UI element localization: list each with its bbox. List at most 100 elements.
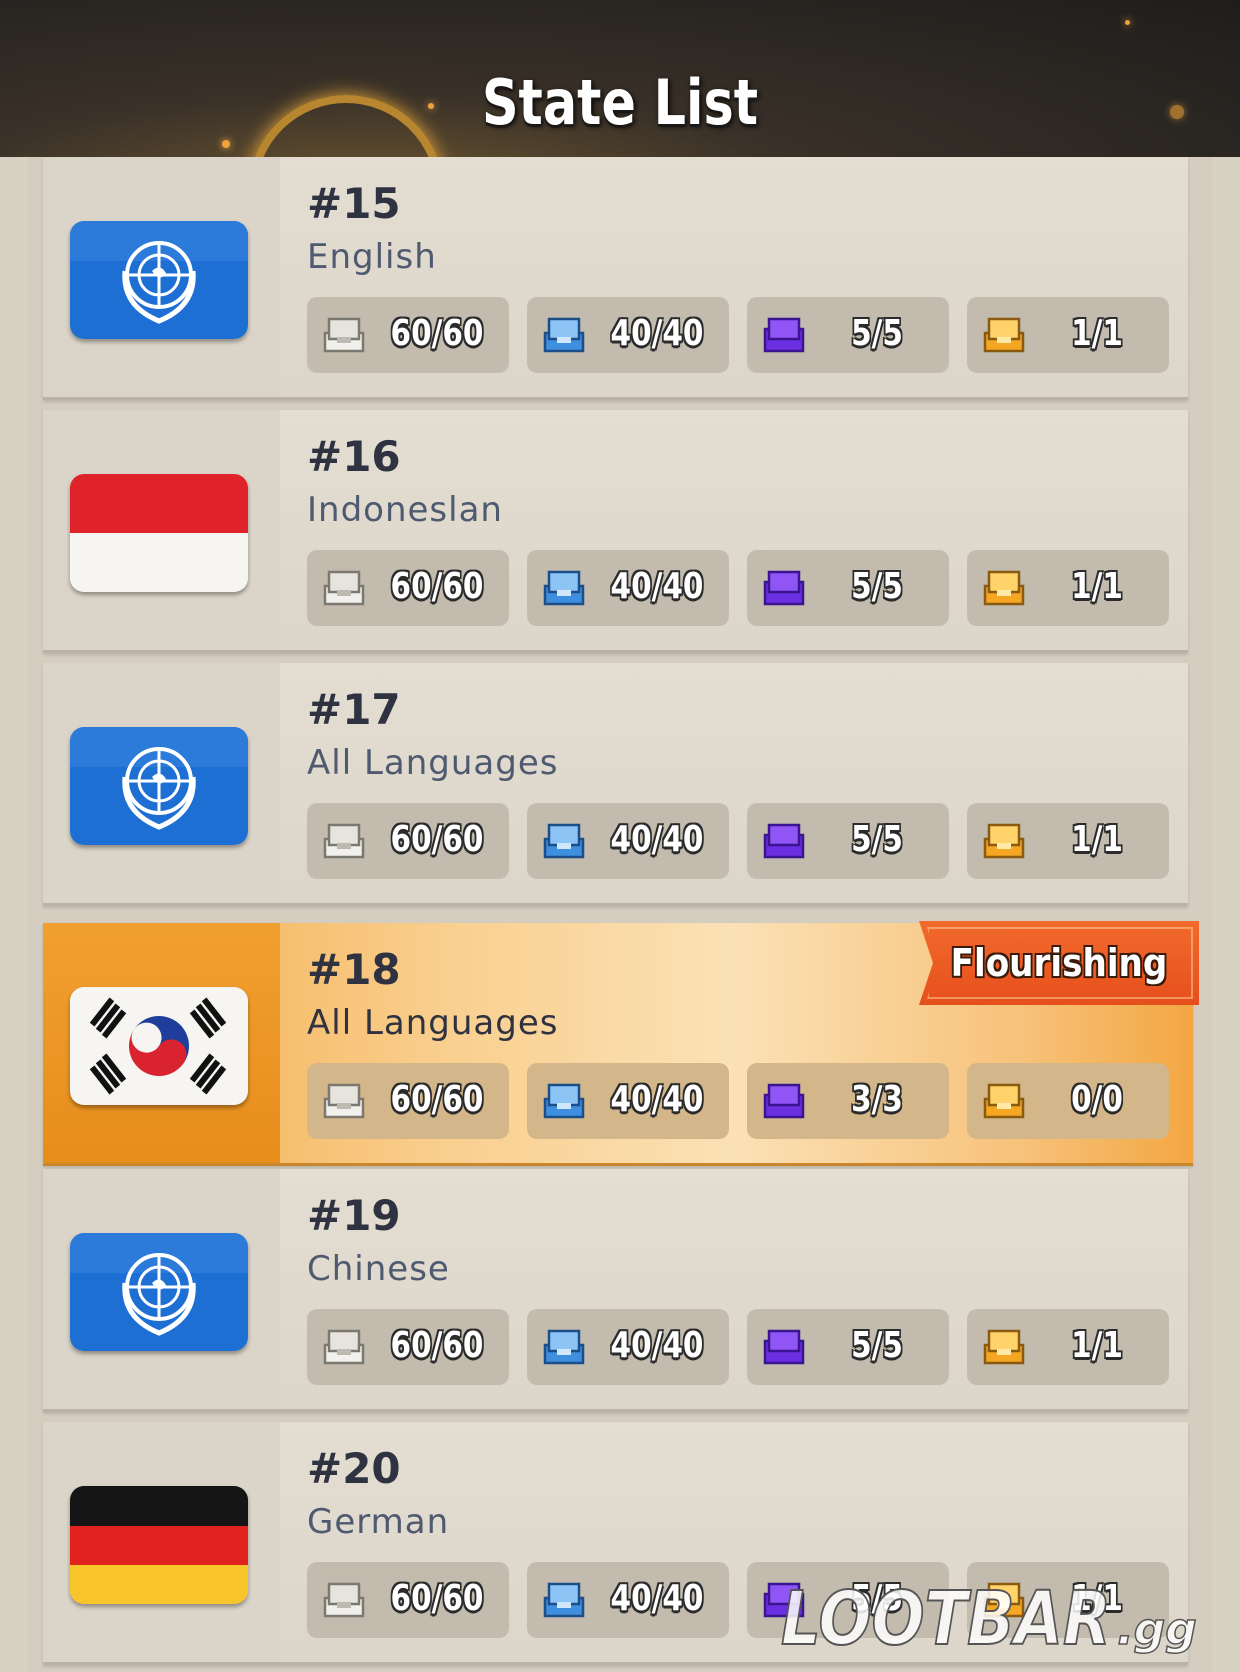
white-chest-icon <box>323 1329 365 1365</box>
stat-blue-chest: 40/40 <box>527 803 729 879</box>
stat-value: 60/60 <box>390 1325 484 1366</box>
stat-value: 60/60 <box>390 1578 484 1619</box>
stat-purple-chest: 5/5 <box>747 803 949 879</box>
state-number: #17 <box>307 685 401 734</box>
flag-panel <box>43 157 280 397</box>
stat-white-chest: 60/60 <box>307 803 509 879</box>
stat-blue-chest: 40/40 <box>527 550 729 626</box>
white-chest-icon <box>323 1083 365 1119</box>
stat-white-chest: 60/60 <box>307 1063 509 1139</box>
stat-value: 60/60 <box>390 819 484 860</box>
svg-text:LOOTBAR: LOOTBAR <box>781 1578 1111 1658</box>
stat-value: 5/5 <box>851 819 903 860</box>
stat-value: 60/60 <box>390 313 484 354</box>
white-chest-icon <box>323 823 365 859</box>
gold-chest-icon <box>983 570 1025 606</box>
state-number: #18 <box>307 945 401 994</box>
blue-chest-icon <box>543 1083 585 1119</box>
stat-value: 3/3 <box>851 1079 903 1120</box>
ember <box>1125 20 1130 25</box>
blue-chest-icon <box>543 570 585 606</box>
state-language: German <box>307 1502 450 1542</box>
white-chest-icon <box>323 570 365 606</box>
un-flag-icon <box>70 221 248 339</box>
stat-value: 60/60 <box>390 566 484 607</box>
stat-purple-chest: 5/5 <box>747 550 949 626</box>
stat-gold-chest: 1/1 <box>967 550 1169 626</box>
flag-panel <box>43 1422 280 1662</box>
stat-white-chest: 60/60 <box>307 297 509 373</box>
stat-value: 5/5 <box>851 313 903 354</box>
stat-white-chest: 60/60 <box>307 1562 509 1638</box>
flag-panel <box>43 923 280 1163</box>
stat-value: 40/40 <box>610 1325 704 1366</box>
stat-purple-chest: 5/5 <box>747 297 949 373</box>
state-language: Chinese <box>307 1249 450 1289</box>
state-language: Indoneslan <box>307 490 503 530</box>
stat-value: 40/40 <box>610 1079 704 1120</box>
stat-blue-chest: 40/40 <box>527 1309 729 1385</box>
stat-value: 60/60 <box>390 1079 484 1120</box>
header: State List <box>0 0 1240 157</box>
indonesia-flag-icon <box>70 474 248 592</box>
stat-value: 40/40 <box>610 819 704 860</box>
gold-chest-icon <box>983 1083 1025 1119</box>
stat-value: 40/40 <box>610 313 704 354</box>
purple-chest-icon <box>763 570 805 606</box>
stat-value: 40/40 <box>610 566 704 607</box>
state-card-17[interactable]: #17 All Languages 60/60 40/40 5/5 1/1 <box>43 663 1188 906</box>
blue-chest-icon <box>543 1329 585 1365</box>
gold-chest-icon <box>983 1329 1025 1365</box>
stat-gold-chest: 1/1 <box>967 1309 1169 1385</box>
state-card-15[interactable]: #15 English 60/60 40/40 5/5 1/1 <box>43 157 1188 400</box>
state-card-18[interactable]: #18 All Languages Flourishing 60/60 40/4… <box>43 921 1199 1166</box>
ember <box>222 140 230 148</box>
stat-white-chest: 60/60 <box>307 550 509 626</box>
state-language: All Languages <box>307 1003 559 1043</box>
stat-blue-chest: 40/40 <box>527 1063 729 1139</box>
gold-chest-icon <box>983 317 1025 353</box>
south-korea-flag-icon <box>70 987 248 1105</box>
stat-value: 1/1 <box>1071 566 1123 607</box>
state-language: English <box>307 237 437 277</box>
state-card-19[interactable]: #19 Chinese 60/60 40/40 5/5 1/1 <box>43 1169 1188 1412</box>
white-chest-icon <box>323 1582 365 1618</box>
stat-purple-chest: 5/5 <box>747 1309 949 1385</box>
germany-flag-icon <box>70 1486 248 1604</box>
white-chest-icon <box>323 317 365 353</box>
un-flag-icon <box>70 1233 248 1351</box>
stat-gold-chest: 0/0 <box>967 1063 1169 1139</box>
state-card-16[interactable]: #16 Indoneslan 60/60 40/40 5/5 1/1 <box>43 410 1188 653</box>
purple-chest-icon <box>763 823 805 859</box>
stat-value: 1/1 <box>1071 1325 1123 1366</box>
ember <box>1170 105 1184 119</box>
un-flag-icon <box>70 727 248 845</box>
stat-gold-chest: 1/1 <box>967 803 1169 879</box>
stat-gold-chest: 1/1 <box>967 297 1169 373</box>
stat-value: 1/1 <box>1071 313 1123 354</box>
blue-chest-icon <box>543 823 585 859</box>
flag-panel <box>43 410 280 650</box>
status-badge-label: Flourishing <box>950 941 1168 985</box>
blue-chest-icon <box>543 317 585 353</box>
stat-blue-chest: 40/40 <box>527 297 729 373</box>
stat-value: 0/0 <box>1071 1079 1123 1120</box>
stat-value: 40/40 <box>610 1578 704 1619</box>
state-number: #15 <box>307 179 401 228</box>
watermark-logo: LOOTBAR .gg <box>775 1575 1225 1663</box>
page-title: State List <box>481 66 759 139</box>
purple-chest-icon <box>763 1329 805 1365</box>
stat-blue-chest: 40/40 <box>527 1562 729 1638</box>
flag-panel <box>43 1169 280 1409</box>
stat-value: 5/5 <box>851 1325 903 1366</box>
status-badge: Flourishing <box>919 921 1199 1005</box>
gold-chest-icon <box>983 823 1025 859</box>
stat-value: 1/1 <box>1071 819 1123 860</box>
state-list[interactable]: #15 English 60/60 40/40 5/5 1/1 #16 Indo… <box>28 157 1212 1672</box>
state-language: All Languages <box>307 743 559 783</box>
stat-purple-chest: 3/3 <box>747 1063 949 1139</box>
purple-chest-icon <box>763 1083 805 1119</box>
purple-chest-icon <box>763 317 805 353</box>
flag-panel <box>43 663 280 903</box>
state-number: #20 <box>307 1444 401 1493</box>
